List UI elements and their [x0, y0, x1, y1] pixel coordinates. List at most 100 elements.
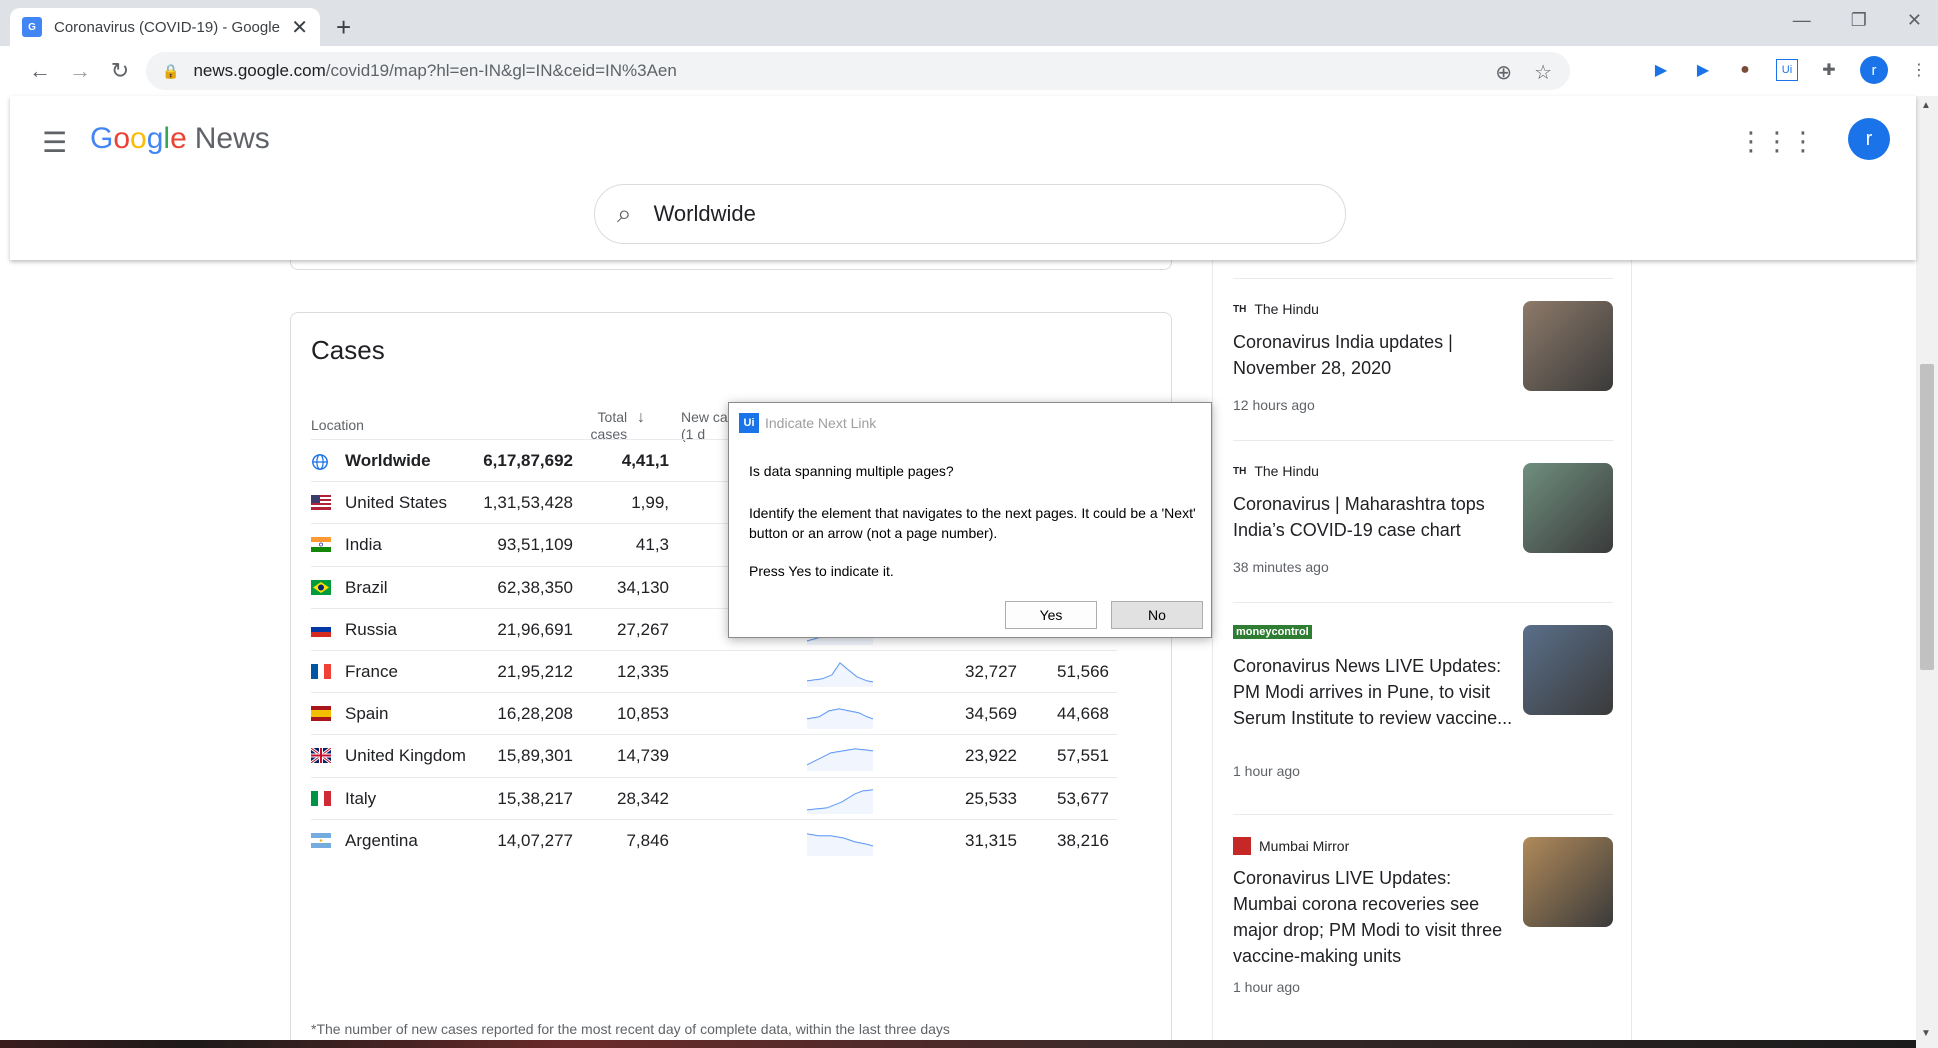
restore-icon[interactable]: ❐ — [1851, 10, 1867, 31]
total-cases-value: 6,17,87,692 — [483, 451, 573, 470]
source-logo-icon: TH — [1233, 465, 1247, 477]
trend-sparkline — [807, 748, 873, 772]
table-row[interactable]: Spain 16,28,208 10,853 34,569 44,668 — [311, 692, 1117, 734]
source-name: moneycontrol — [1233, 625, 1312, 639]
logo-letter: o — [113, 122, 131, 155]
profile-avatar[interactable]: r — [1860, 56, 1888, 84]
total-cases-value: 14,07,277 — [497, 830, 573, 850]
close-tab-icon[interactable]: ✕ — [291, 15, 308, 40]
fr-flag-icon — [311, 664, 331, 679]
new-cases-value: 34,130 — [617, 577, 669, 597]
table-row[interactable]: France 21,95,212 12,335 32,727 51,566 — [311, 650, 1117, 692]
search-input[interactable]: Worldwide — [654, 201, 756, 227]
puzzle-extensions-icon[interactable]: ✚ — [1818, 59, 1840, 81]
mumbai-mirror-logo-icon — [1233, 837, 1251, 855]
play-extension-2-icon[interactable]: ▶ — [1692, 59, 1714, 81]
new-cases-value: 28,342 — [617, 788, 669, 808]
location-name: United States — [345, 493, 448, 513]
yes-button[interactable]: Yes — [1005, 601, 1097, 629]
logo-letter: g — [146, 122, 164, 155]
lock-icon: 🔒 — [162, 62, 180, 79]
deaths-value: 44,668 — [1057, 704, 1109, 724]
table-row[interactable]: Italy 15,38,217 28,342 25,533 53,677 — [311, 776, 1117, 819]
play-extension-icon[interactable]: ▶ — [1650, 59, 1672, 81]
main-menu-icon[interactable]: ☰ — [42, 126, 67, 159]
news-article[interactable]: TH The Hindu Coronavirus India updates | N… — [1233, 278, 1613, 440]
window-controls: — ❐ ✕ — [1793, 10, 1922, 31]
dialog-title: Indicate Next Link — [765, 415, 877, 431]
news-time: 1 hour ago — [1233, 763, 1300, 779]
news-source[interactable]: TH The Hindu — [1233, 301, 1319, 317]
ru-flag-icon — [311, 621, 331, 637]
table-row[interactable]: Argentina 14,07,277 7,846 31,315 38,216 — [311, 818, 1117, 861]
news-thumbnail[interactable] — [1523, 301, 1613, 391]
extension-circle-icon[interactable]: ● — [1734, 59, 1756, 81]
news-headline[interactable]: Coronavirus News LIVE Updates: PM Modi a… — [1233, 653, 1513, 731]
url-text: news.google.com/covid19/map?hl=en-IN&gl=… — [193, 61, 676, 81]
no-button[interactable]: No — [1111, 601, 1203, 629]
page-scrollbar[interactable]: ▲ ▼ — [1916, 96, 1938, 1048]
total-cases-value: 1,31,53,428 — [483, 493, 573, 513]
news-thumbnail[interactable] — [1523, 625, 1613, 715]
new-cases-value: 4,41,1 — [621, 451, 669, 470]
google-news-header: ☰ Google News ⋮⋮⋮ r ⌕ Worldwide — [10, 96, 1916, 260]
tab-title: Coronavirus (COVID-19) - Google — [54, 18, 280, 36]
bookmark-star-icon[interactable]: ☆ — [1534, 60, 1552, 85]
apps-grid-icon[interactable]: ⋮⋮⋮ — [1738, 126, 1816, 157]
scroll-down-icon[interactable]: ▼ — [1921, 1028, 1931, 1039]
total-cases-value: 93,51,109 — [497, 535, 573, 555]
total-cases-value: 62,38,350 — [497, 577, 573, 597]
total-cases-label: Total cases — [590, 409, 628, 442]
news-article[interactable]: moneycontrol Coronavirus News LIVE Update… — [1233, 602, 1613, 814]
news-source[interactable]: Mumbai Mirror — [1233, 837, 1349, 855]
news-headline[interactable]: Coronavirus LIVE Updates: Mumbai corona … — [1233, 865, 1513, 969]
news-thumbnail[interactable] — [1523, 837, 1613, 927]
minimize-icon[interactable]: — — [1793, 10, 1811, 31]
source-name: Mumbai Mirror — [1259, 838, 1350, 854]
reload-icon[interactable]: ↻ — [100, 58, 140, 84]
dialog-body: Identify the element that navigates to t… — [749, 505, 1196, 541]
search-icon: ⌕ — [617, 198, 632, 228]
news-headline[interactable]: Coronavirus India updates | November 28,… — [1233, 329, 1513, 381]
news-time: 1 hour ago — [1233, 979, 1300, 995]
account-avatar[interactable]: r — [1848, 118, 1890, 160]
logo-news-text: News — [194, 122, 270, 155]
new-cases-value: 1,99, — [631, 493, 669, 513]
google-news-logo[interactable]: Google News — [90, 122, 270, 156]
cases-per-million-value: 23,922 — [965, 746, 1017, 766]
uipath-logo-icon: Ui — [739, 413, 759, 433]
uipath-extension-icon[interactable]: Ui — [1776, 59, 1798, 81]
url-host: news.google.com — [193, 61, 326, 80]
news-thumbnail[interactable] — [1523, 463, 1613, 553]
total-cases-value: 15,38,217 — [497, 788, 573, 808]
trend-sparkline — [807, 708, 873, 730]
total-cases-header[interactable]: Total cases ↓ — [561, 409, 645, 443]
news-source[interactable]: TH The Hindu — [1233, 463, 1319, 479]
news-article[interactable]: TH The Hindu Coronavirus | Maharashtra top… — [1233, 440, 1613, 602]
menu-kebab-icon[interactable]: ⋮ — [1908, 59, 1930, 81]
news-article[interactable]: Mumbai Mirror Coronavirus LIVE Updates: M… — [1233, 814, 1613, 1046]
address-bar[interactable]: 🔒 news.google.com/covid19/map?hl=en-IN&g… — [146, 52, 1570, 90]
back-icon[interactable]: ← — [20, 58, 60, 84]
browser-tab[interactable]: G Coronavirus (COVID-19) - Google ✕ — [10, 8, 320, 46]
scroll-up-icon[interactable]: ▲ — [1921, 100, 1931, 111]
trend-sparkline — [807, 833, 873, 856]
tab-strip: G Coronavirus (COVID-19) - Google ✕ + — … — [0, 0, 1938, 46]
forward-icon[interactable]: → — [60, 58, 100, 84]
taskbar-strip — [0, 1040, 1916, 1048]
logo-letter: o — [130, 122, 147, 155]
location-name: France — [345, 662, 398, 681]
new-cases-value: 10,853 — [617, 704, 669, 724]
search-box[interactable]: ⌕ Worldwide — [594, 184, 1346, 244]
trend-sparkline — [807, 788, 873, 814]
table-row[interactable]: United Kingdom 15,89,301 14,739 23,922 57,55… — [310, 734, 1117, 776]
new-tab-icon[interactable]: + — [336, 12, 351, 43]
add-icon[interactable]: ⊕ — [1495, 60, 1512, 85]
news-source[interactable]: moneycontrol — [1233, 625, 1312, 639]
in-flag-icon — [311, 537, 331, 553]
close-window-icon[interactable]: ✕ — [1907, 10, 1922, 31]
new-cases-value: 12,335 — [617, 662, 669, 681]
news-time: 12 hours ago — [1233, 397, 1315, 413]
news-headline[interactable]: Coronavirus | Maharashtra tops India’s C… — [1233, 491, 1513, 543]
scrollbar-thumb[interactable] — [1920, 364, 1934, 670]
